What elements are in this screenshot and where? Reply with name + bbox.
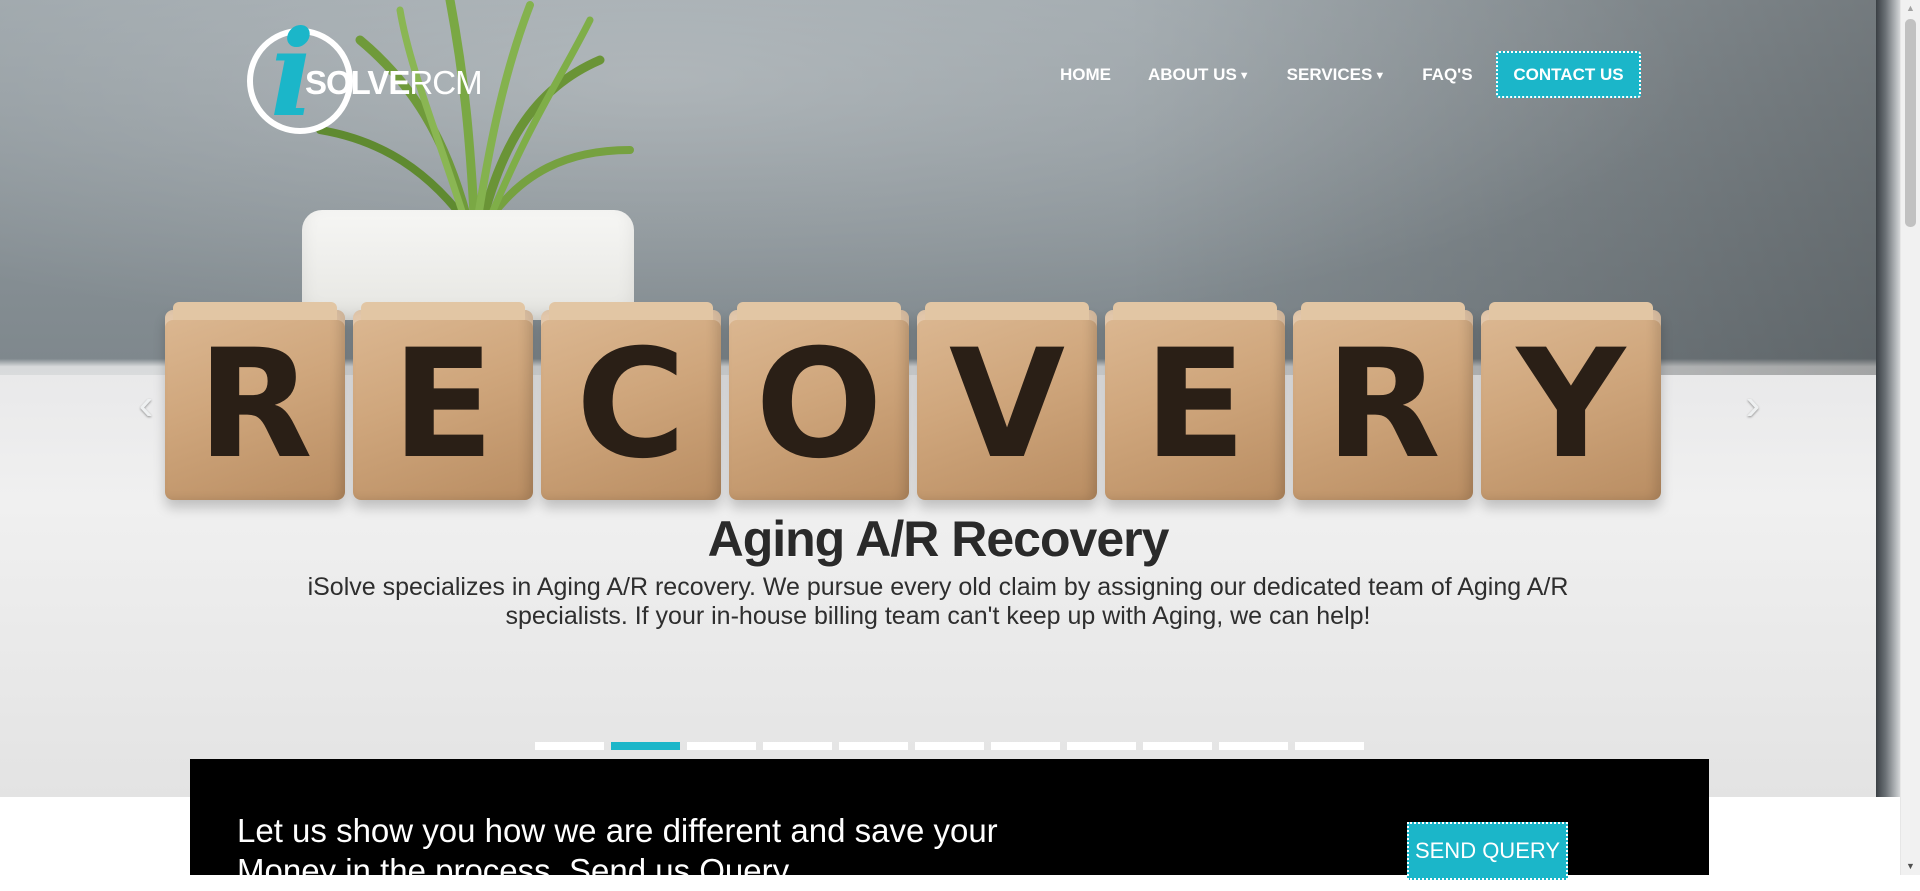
logo-wordmark: SOLVERCM bbox=[305, 64, 483, 102]
letter-block-top bbox=[1301, 302, 1465, 320]
scroll-up-icon[interactable]: ▲ bbox=[1901, 0, 1920, 17]
nav-item-label: HOME bbox=[1060, 65, 1111, 84]
chevron-left-icon: ‹ bbox=[138, 380, 154, 429]
nav-item-label: SERVICES bbox=[1286, 65, 1373, 84]
cta-text: Let us show you how we are different and… bbox=[237, 812, 998, 889]
carousel-indicator[interactable] bbox=[1295, 742, 1364, 750]
letter-block: E bbox=[353, 302, 533, 500]
letter-block-top bbox=[1113, 302, 1277, 320]
carousel-indicators bbox=[535, 742, 1365, 750]
letter-block-letter: E bbox=[1143, 318, 1247, 492]
letter-block: R bbox=[1293, 302, 1473, 500]
letter-block-letter: R bbox=[197, 318, 313, 492]
letter-block-letter: C bbox=[575, 318, 687, 492]
nav-item-label: ABOUT US bbox=[1148, 65, 1237, 84]
letter-block-top bbox=[361, 302, 525, 320]
carousel-indicator[interactable] bbox=[1219, 742, 1288, 750]
letter-block: E bbox=[1105, 302, 1285, 500]
page-scrollbar[interactable]: ▲ ▼ bbox=[1900, 0, 1920, 875]
page-edge-background bbox=[1876, 0, 1900, 797]
carousel-indicator[interactable] bbox=[991, 742, 1060, 750]
letter-block: R bbox=[165, 302, 345, 500]
caret-down-icon: ▼ bbox=[1238, 70, 1250, 82]
main-nav: HOME ABOUT US ▼ SERVICES ▼ FAQ'S bbox=[1060, 51, 1510, 99]
carousel-indicator[interactable] bbox=[535, 742, 604, 750]
carousel-indicator[interactable] bbox=[839, 742, 908, 750]
query-cta-bar: Let us show you how we are different and… bbox=[190, 759, 1709, 889]
letter-block-top bbox=[549, 302, 713, 320]
letter-block-letter: Y bbox=[1516, 318, 1626, 492]
letter-block-letter: R bbox=[1325, 318, 1441, 492]
carousel-next-button[interactable]: › bbox=[1733, 383, 1773, 427]
nav-item-home[interactable]: HOME bbox=[1060, 65, 1111, 85]
scroll-down-icon[interactable]: ▼ bbox=[1901, 858, 1920, 875]
carousel-indicator[interactable] bbox=[915, 742, 984, 750]
isolve-rcm-logo[interactable]: i SOLVERCM bbox=[245, 14, 483, 136]
carousel-indicator[interactable] bbox=[1143, 742, 1212, 750]
nav-item-faq-s[interactable]: FAQ'S bbox=[1422, 65, 1472, 85]
letter-block-top bbox=[737, 302, 901, 320]
logo-word-light: RCM bbox=[409, 64, 482, 101]
nav-item-about-us[interactable]: ABOUT US ▼ bbox=[1148, 65, 1250, 85]
chevron-right-icon: › bbox=[1745, 380, 1761, 429]
slide-title: Aging A/R Recovery bbox=[707, 511, 1170, 567]
carousel-prev-button[interactable]: ‹ bbox=[126, 383, 166, 427]
letter-block: O bbox=[729, 302, 909, 500]
recovery-blocks: RECOVERY bbox=[165, 300, 1670, 510]
send-query-button[interactable]: SEND QUERY bbox=[1407, 822, 1568, 880]
letter-block-top bbox=[925, 302, 1089, 320]
carousel-indicator[interactable] bbox=[763, 742, 832, 750]
nav-item-label: FAQ'S bbox=[1422, 65, 1473, 84]
nav-item-services[interactable]: SERVICES ▼ bbox=[1287, 65, 1386, 85]
caret-down-icon: ▼ bbox=[1374, 70, 1386, 82]
letter-block-top bbox=[1489, 302, 1653, 320]
letter-block: Y bbox=[1481, 302, 1661, 500]
carousel-indicator[interactable] bbox=[611, 742, 680, 750]
contact-us-button[interactable]: CONTACT US bbox=[1496, 51, 1641, 98]
letter-block-letter: V bbox=[948, 318, 1066, 492]
letter-block-top bbox=[173, 302, 337, 320]
logo-word-bold: SOLVE bbox=[305, 64, 410, 101]
letter-block: V bbox=[917, 302, 1097, 500]
slide-description: iSolve specializes in Aging A/R recovery… bbox=[307, 573, 1569, 630]
letter-block-letter: O bbox=[755, 318, 883, 492]
carousel-indicator[interactable] bbox=[687, 742, 756, 750]
carousel-indicator[interactable] bbox=[1067, 742, 1136, 750]
letter-block: C bbox=[541, 302, 721, 500]
letter-block-letter: E bbox=[391, 318, 495, 492]
scroll-thumb[interactable] bbox=[1905, 19, 1916, 227]
